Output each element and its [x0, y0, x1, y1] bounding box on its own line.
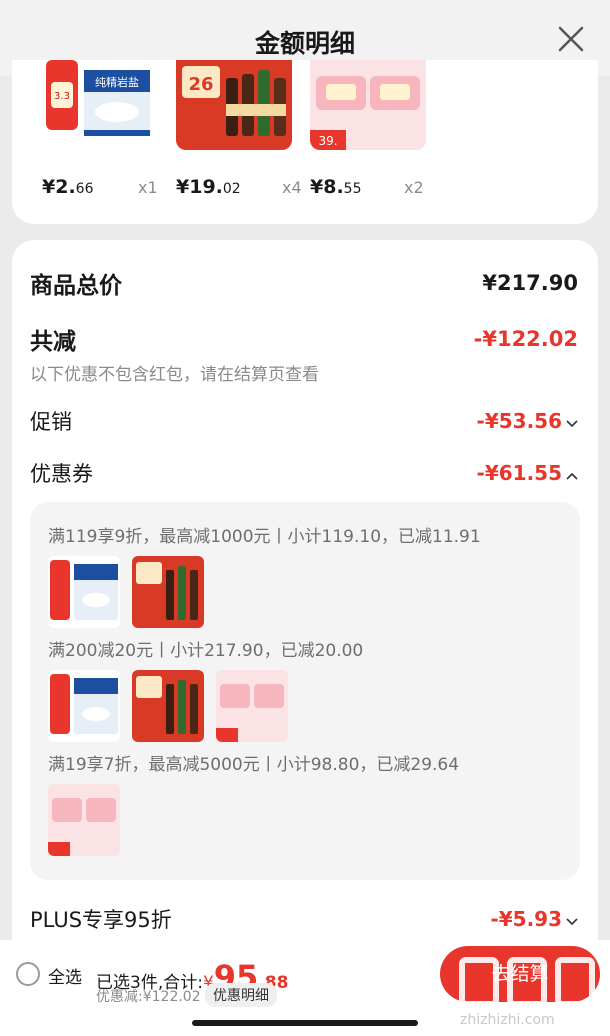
svg-text:3.3: 3.3	[54, 91, 70, 102]
svg-text:26: 26	[188, 74, 213, 95]
total-value: ¥217.90	[482, 271, 578, 295]
mini-image-salt	[48, 556, 120, 628]
product-image-sauce: 26	[176, 60, 292, 150]
mini-image-sauce	[132, 556, 204, 628]
product-price: ¥19.02	[176, 176, 241, 198]
reduce-label: 共减	[30, 329, 76, 355]
product-qty: x2	[404, 178, 424, 197]
promo-label: 促销	[30, 410, 72, 434]
reduce-value: -¥122.02	[473, 327, 578, 351]
product-price: ¥8.55	[310, 176, 362, 198]
plus-label: PLUS专享95折	[30, 908, 172, 932]
mini-image-wipes	[216, 670, 288, 742]
svg-text:纯精岩盐: 纯精岩盐	[95, 75, 139, 89]
product-qty: x4	[282, 178, 302, 197]
mini-image-sauce	[132, 670, 204, 742]
total-row: 商品总价 ¥217.90	[30, 266, 578, 300]
page-title: 金额明细	[254, 29, 355, 58]
reduce-row: 共减 -¥122.02	[30, 322, 578, 356]
reduced-amount: 优惠减:¥122.02	[96, 989, 201, 1005]
close-icon[interactable]	[556, 24, 586, 54]
plus-value: -¥5.93	[490, 907, 562, 931]
product-strip: 3.3 纯精岩盐 ¥2.66 x1 26 ¥19.02 x4 39. ¥8.55…	[12, 60, 598, 224]
discount-note: 以下优惠不包含红包，请在结算页查看	[30, 365, 319, 385]
select-all-label[interactable]: 全选	[48, 963, 82, 988]
select-all-radio[interactable]	[16, 962, 40, 986]
mini-image-salt	[48, 670, 120, 742]
chevron-up-icon	[566, 472, 578, 480]
coupon-rule: 满200减20元丨小计217.90，已减20.00	[48, 641, 364, 661]
coupon-row[interactable]: 优惠券 -¥61.55	[30, 458, 578, 488]
home-indicator[interactable]	[192, 1020, 418, 1026]
coupon-rule: 满119享9折，最高减1000元丨小计119.10，已减11.91	[48, 527, 481, 547]
price-detail-panel: 商品总价 ¥217.90 共减 -¥122.02 以下优惠不包含红包，请在结算页…	[12, 240, 598, 960]
promo-row[interactable]: 促销 -¥53.56	[30, 406, 578, 436]
svg-text:39.: 39.	[318, 134, 337, 148]
product-item[interactable]: 3.3 纯精岩盐 ¥2.66 x1	[42, 60, 162, 210]
coupon-label: 优惠券	[30, 462, 93, 486]
watermark-logo	[459, 957, 595, 1007]
coupon-rule: 满19享7折，最高减5000元丨小计98.80，已减29.64	[48, 755, 460, 775]
product-image-salt: 3.3 纯精岩盐	[42, 60, 158, 150]
promo-value: -¥53.56	[476, 409, 562, 433]
product-item[interactable]: 26 ¥19.02 x4	[176, 60, 302, 210]
watermark-text: zhizhizhi.com	[460, 1012, 555, 1028]
chevron-down-icon	[566, 917, 578, 925]
coupon-breakdown: 满119享9折，最高减1000元丨小计119.10，已减11.91 满200减2…	[30, 502, 580, 880]
product-item[interactable]: 39. ¥8.55 x2	[310, 60, 430, 210]
product-qty: x1	[138, 178, 158, 197]
discount-detail-button[interactable]: 优惠明细	[205, 983, 277, 1007]
coupon-value: -¥61.55	[476, 461, 562, 485]
total-label: 商品总价	[30, 273, 122, 299]
chevron-down-icon	[566, 419, 578, 427]
product-price: ¥2.66	[42, 176, 94, 198]
product-image-wipes: 39.	[310, 60, 426, 150]
mini-image-wipes	[48, 784, 120, 856]
plus-row[interactable]: PLUS专享95折 -¥5.93	[30, 904, 578, 934]
